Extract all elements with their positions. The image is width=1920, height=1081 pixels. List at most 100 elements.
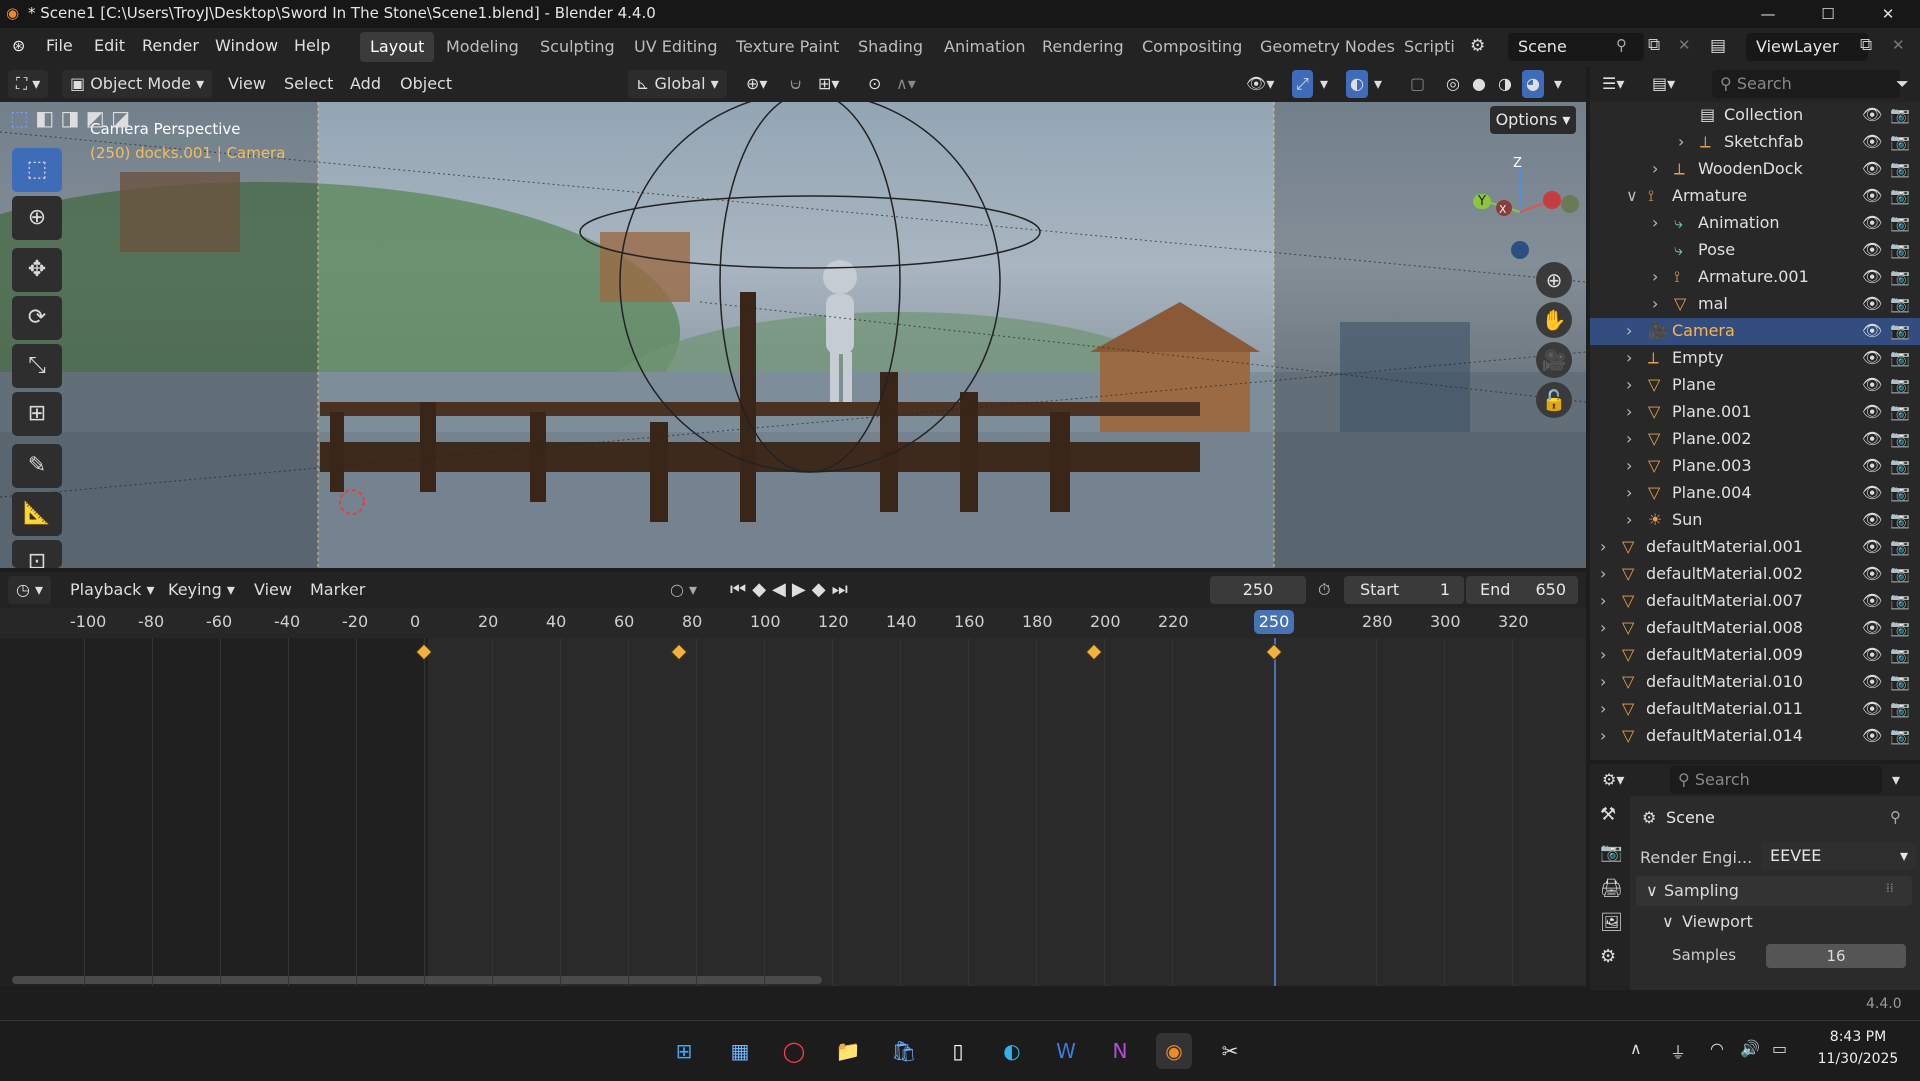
visibility-eye-icon[interactable]: 👁 (1862, 699, 1882, 718)
menu-edit[interactable]: Edit (94, 36, 125, 55)
select-new-icon[interactable]: ⬚ (10, 106, 29, 130)
visibility-eye-icon[interactable]: 👁 (1862, 591, 1882, 610)
xray-icon[interactable]: ▢ (1410, 70, 1425, 98)
outliner-row[interactable]: › ▽ defaultMaterial.007 👁 📷 (1590, 588, 1920, 615)
visibility-eye-icon[interactable]: 👁 (1862, 213, 1882, 232)
filter-icon[interactable]: ⏷ (1896, 70, 1909, 98)
maximize-button[interactable]: ☐ (1806, 2, 1850, 26)
render-camera-icon[interactable]: 📷 (1890, 726, 1910, 745)
keyframe-diamond[interactable] (1085, 643, 1103, 661)
render-camera-icon[interactable]: 📷 (1890, 645, 1910, 664)
sampling-panel-header[interactable]: ∨ Sampling ⁞⁞ (1636, 876, 1912, 906)
expand-chevron-icon[interactable]: › (1600, 618, 1606, 637)
play-icon[interactable]: ▶ (792, 579, 812, 600)
notepad-icon[interactable]: ▯ (940, 1033, 976, 1069)
wifi-icon[interactable]: ◠ (1710, 1039, 1724, 1058)
visibility-eye-icon[interactable]: 👁 (1862, 348, 1882, 367)
visibility-eye-icon[interactable]: 👁 (1862, 564, 1882, 583)
current-frame-field[interactable]: 250 (1210, 576, 1306, 604)
pin-icon[interactable]: ⚲ (1616, 36, 1627, 54)
pivot-point-icon[interactable]: ⊕▾ (746, 70, 767, 98)
outliner-row[interactable]: › ▽ defaultMaterial.009 👁 📷 (1590, 642, 1920, 669)
visibility-eye-icon[interactable]: 👁 (1862, 105, 1882, 124)
auto-keying-icon[interactable]: ○ ▾ (670, 576, 697, 604)
render-camera-icon[interactable]: 📷 (1890, 510, 1910, 529)
outliner-row[interactable]: ∨ ⟟ Armature 👁 📷 (1590, 183, 1920, 210)
visibility-eye-icon[interactable]: 👁 (1862, 159, 1882, 178)
expand-chevron-icon[interactable]: › (1626, 456, 1632, 475)
expand-chevron-icon[interactable]: › (1626, 321, 1632, 340)
clock-date[interactable]: 11/30/2025 (1810, 1051, 1906, 1067)
timeline-scrollbar[interactable] (12, 976, 822, 984)
outliner-row[interactable]: › ⟂ WoodenDock 👁 📷 (1590, 156, 1920, 183)
expand-chevron-icon[interactable]: › (1626, 510, 1632, 529)
outliner-row[interactable]: › ⟟ Armature.001 👁 📷 (1590, 264, 1920, 291)
delete-view-layer-icon[interactable]: ✕ (1892, 36, 1905, 54)
outliner-search-input[interactable]: ⚲ Search (1712, 70, 1900, 98)
expand-chevron-icon[interactable]: › (1652, 159, 1658, 178)
expand-chevron-icon[interactable]: › (1678, 132, 1684, 151)
workspace-tab-modeling[interactable]: Modeling (436, 32, 529, 62)
visibility-eye-icon[interactable]: 👁 (1862, 186, 1882, 205)
viewport-menu-select[interactable]: Select (284, 70, 333, 98)
expand-chevron-icon[interactable]: › (1652, 213, 1658, 232)
new-scene-icon[interactable]: ⧉ (1648, 35, 1660, 55)
gizmo-dropdown-icon[interactable]: ▾ (1320, 70, 1328, 98)
visibility-eye-icon[interactable]: 👁 (1862, 645, 1882, 664)
play-reverse-icon[interactable]: ◀ (772, 579, 792, 600)
timeline-editor-type-icon[interactable]: ◷ ▾ (8, 576, 52, 604)
menu-file[interactable]: File (46, 36, 73, 55)
editor-type-icon[interactable]: ⛶ ▾ (8, 70, 49, 98)
render-camera-icon[interactable]: 📷 (1890, 159, 1910, 178)
expand-chevron-icon[interactable]: › (1600, 564, 1606, 583)
render-camera-icon[interactable]: 📷 (1890, 699, 1910, 718)
menu-help[interactable]: Help (294, 36, 330, 55)
scale-tool-icon[interactable]: ⤡ (12, 344, 62, 388)
measure-tool-icon[interactable]: 📐 (12, 492, 62, 536)
visibility-eye-icon[interactable]: 👁 (1862, 402, 1882, 421)
visibility-eye-icon[interactable]: 👁 (1862, 672, 1882, 691)
visibility-eye-icon[interactable]: 👁 (1862, 618, 1882, 637)
timeline-ruler[interactable]: -100 -80 -60 -40 -20 0 20 40 60 80 100 120 140 160 180… (0, 608, 1586, 638)
outliner-row[interactable]: › ▽ defaultMaterial.002 👁 📷 (1590, 561, 1920, 588)
zoom-icon[interactable]: ⊕ (1536, 262, 1572, 298)
expand-chevron-icon[interactable]: › (1652, 294, 1658, 313)
visibility-eye-icon[interactable]: 👁 (1862, 483, 1882, 502)
outliner-row[interactable]: › ▽ Plane.003 👁 📷 (1590, 453, 1920, 480)
render-camera-icon[interactable]: 📷 (1890, 321, 1910, 340)
3d-viewport[interactable]: Camera Perspective (250) docks.001 | Cam… (0, 102, 1586, 568)
outliner-row[interactable]: › ▽ defaultMaterial.011 👁 📷 (1590, 696, 1920, 723)
wireframe-shading-icon[interactable]: ◎ (1446, 70, 1460, 98)
playhead-frame-badge[interactable]: 250 (1254, 610, 1294, 634)
timeline-area[interactable] (0, 638, 1586, 986)
onenote-icon[interactable]: N (1102, 1033, 1138, 1069)
render-camera-icon[interactable]: 📷 (1890, 267, 1910, 286)
expand-chevron-icon[interactable]: › (1600, 672, 1606, 691)
cursor-tool-icon[interactable]: ⊕ (12, 196, 62, 240)
workspace-tab-scripting[interactable]: Scripti (1394, 32, 1456, 62)
render-camera-icon[interactable]: 📷 (1890, 213, 1910, 232)
viewport-menu-view[interactable]: View (228, 70, 266, 98)
render-camera-icon[interactable]: 📷 (1890, 402, 1910, 421)
next-keyframe-icon[interactable]: ◆ (812, 579, 832, 600)
outliner-row[interactable]: › ⤷ Animation 👁 📷 (1590, 210, 1920, 237)
jump-end-icon[interactable]: ⏭ (832, 579, 854, 600)
outliner-row[interactable]: › ▽ mal 👁 📷 (1590, 291, 1920, 318)
visibility-eye-icon[interactable]: 👁 (1862, 321, 1882, 340)
timeline-menu-keying[interactable]: Keying ▾ (168, 576, 235, 604)
new-view-layer-icon[interactable]: ⧉ (1860, 35, 1872, 55)
visibility-eye-icon[interactable]: 👁 (1862, 510, 1882, 529)
stopwatch-icon[interactable]: ⏱ (1318, 576, 1330, 604)
select-box-tool-icon[interactable]: ⬚ (12, 148, 62, 192)
rendered-shading-icon[interactable]: ◕ (1522, 70, 1544, 98)
keyframe-diamond[interactable] (670, 643, 688, 661)
solid-shading-icon[interactable]: ● (1472, 70, 1486, 98)
store-icon[interactable]: 🛍 (886, 1033, 922, 1069)
expand-chevron-icon[interactable]: › (1652, 267, 1658, 286)
outliner-row[interactable]: › ▽ Plane.002 👁 📷 (1590, 426, 1920, 453)
word-icon[interactable]: W (1048, 1033, 1084, 1069)
viewport-menu-object[interactable]: Object (400, 70, 452, 98)
select-subtract-icon[interactable]: ◨ (61, 106, 80, 130)
outliner-row[interactable]: › ⟂ Sketchfab 👁 📷 (1590, 129, 1920, 156)
viewport-menu-add[interactable]: Add (350, 70, 381, 98)
